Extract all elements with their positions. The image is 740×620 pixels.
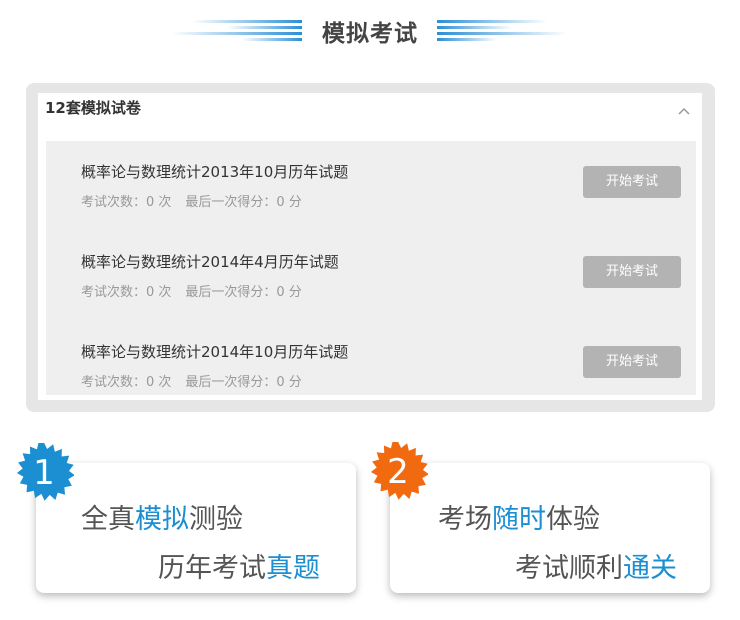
feature-text: 测验 — [189, 504, 243, 535]
feature-text: 历年考试 — [158, 553, 266, 584]
feature-highlight: 真题 — [266, 553, 320, 584]
exam-title: 概率论与数理统计2014年4月历年试题 — [81, 253, 339, 271]
start-exam-button[interactable]: 开始考试 — [583, 166, 681, 198]
exam-stats: 考试次数：0 次最后一次得分：0 分 — [81, 191, 302, 210]
exam-stats: 考试次数：0 次最后一次得分：0 分 — [81, 281, 302, 300]
section-header: 模拟考试 — [0, 12, 740, 52]
attempt-count: 考试次数：0 次 — [81, 285, 172, 300]
header-decoration-left — [172, 18, 302, 44]
exam-title: 概率论与数理统计2013年10月历年试题 — [81, 163, 349, 181]
attempt-count: 考试次数：0 次 — [81, 375, 172, 390]
feature-line-2: 历年考试真题 — [158, 546, 320, 585]
exam-list: 概率论与数理统计2013年10月历年试题 考试次数：0 次最后一次得分：0 分 … — [46, 141, 696, 395]
feature-text: 全真 — [81, 504, 135, 535]
list-item: 概率论与数理统计2014年10月历年试题 考试次数：0 次最后一次得分：0 分 … — [46, 321, 696, 395]
exam-title: 概率论与数理统计2014年10月历年试题 — [81, 343, 349, 361]
feature-highlight: 随时 — [492, 504, 546, 535]
feature-text: 考场 — [438, 504, 492, 535]
number-badge-2: 2 — [368, 442, 428, 502]
list-item: 概率论与数理统计2014年4月历年试题 考试次数：0 次最后一次得分：0 分 开… — [46, 231, 696, 321]
start-exam-button[interactable]: 开始考试 — [583, 346, 681, 378]
list-item: 概率论与数理统计2013年10月历年试题 考试次数：0 次最后一次得分：0 分 … — [46, 141, 696, 231]
header-decoration-right — [437, 18, 567, 44]
exam-panel: 12套模拟试卷 概率论与数理统计2013年10月历年试题 考试次数：0 次最后一… — [26, 83, 715, 412]
feature-line-1: 全真模拟测验 — [81, 497, 243, 536]
last-score: 最后一次得分：0 分 — [185, 375, 302, 390]
feature-highlight: 模拟 — [135, 504, 189, 535]
last-score: 最后一次得分：0 分 — [185, 285, 302, 300]
attempt-count: 考试次数：0 次 — [81, 195, 172, 210]
number-badge-1: 1 — [14, 443, 74, 503]
start-exam-button[interactable]: 开始考试 — [583, 256, 681, 288]
last-score: 最后一次得分：0 分 — [185, 195, 302, 210]
feature-card-1: 全真模拟测验 历年考试真题 — [36, 463, 356, 593]
page-title: 模拟考试 — [322, 21, 418, 47]
feature-text: 考试顺利 — [515, 553, 623, 584]
badge-number: 2 — [387, 452, 409, 492]
panel-heading: 12套模拟试卷 — [45, 99, 141, 117]
badge-number: 1 — [33, 453, 55, 493]
exam-panel-body: 12套模拟试卷 概率论与数理统计2013年10月历年试题 考试次数：0 次最后一… — [38, 93, 702, 400]
feature-card-2: 考场随时体验 考试顺利通关 — [390, 463, 710, 593]
chevron-up-icon[interactable] — [678, 103, 690, 115]
feature-line-1: 考场随时体验 — [438, 497, 600, 536]
feature-highlight: 通关 — [623, 553, 677, 584]
exam-stats: 考试次数：0 次最后一次得分：0 分 — [81, 371, 302, 390]
feature-text: 体验 — [546, 504, 600, 535]
feature-line-2: 考试顺利通关 — [515, 546, 677, 585]
